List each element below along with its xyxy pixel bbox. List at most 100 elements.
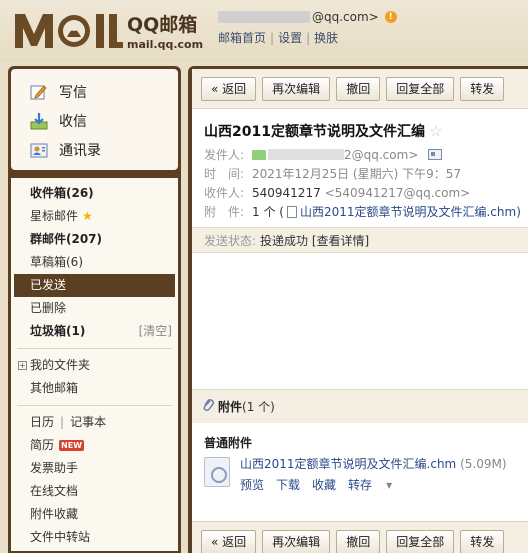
reply-all-button[interactable]: 回复全部 [386, 76, 455, 101]
reedit-button[interactable]: 再次编辑 [262, 529, 331, 553]
other-mailbox-label: 其他邮箱 [30, 381, 79, 395]
back-button[interactable]: « 返回 [201, 76, 257, 101]
chm-file-icon [204, 457, 230, 487]
attachment-file-name[interactable]: 山西2011定额章节说明及文件汇编.chm [240, 457, 456, 471]
contacts-label: 通讯录 [59, 142, 101, 159]
mail-view: « 返回 再次编辑 撤回 回复全部 转发 山西2011定额章节说明及文件汇编 ☆… [192, 69, 528, 553]
warning-icon[interactable]: ! [384, 11, 397, 23]
top-toolbar: « 返回 再次编辑 撤回 回复全部 转发 [192, 69, 528, 109]
calendar-link[interactable]: 日历 [30, 411, 54, 434]
attachment-count: 1 个 ( [252, 205, 284, 219]
reedit-button[interactable]: 再次编辑 [262, 76, 331, 101]
from-row: 发件人: 2@qq.com> [204, 145, 528, 164]
mail-meta: 发件人: 2@qq.com> 时 间: 2021年12月25日 (星期六) 下午… [204, 145, 528, 221]
app-file-transfer[interactable]: 文件中转站 [11, 526, 178, 549]
folder-starred-label: 星标邮件 [30, 209, 79, 223]
compose-button[interactable]: 写信 [11, 77, 178, 106]
sidebar: 写信 收信 通讯录 收件箱(26) 星标邮件 ★ 群邮件(207) 草稿箱(6) … [8, 66, 181, 553]
notes-link[interactable]: 记事本 [70, 411, 106, 434]
folder-drafts[interactable]: 草稿箱(6) [11, 251, 178, 274]
user-email: @qq.com> [312, 10, 379, 24]
recall-button[interactable]: 撤回 [336, 529, 381, 553]
download-link[interactable]: 下载 [276, 476, 300, 493]
app-invoice[interactable]: 发票助手 [11, 457, 178, 480]
folder-sent[interactable]: 已发送 [14, 274, 175, 297]
mail-logo-graphic [15, 14, 123, 48]
reply-all-button[interactable]: 回复全部 [386, 529, 455, 553]
user-account[interactable]: @qq.com> ! [218, 10, 397, 24]
back-button[interactable]: « 返回 [201, 529, 257, 553]
attachment-file-link[interactable]: 山西2011定额章节说明及文件汇编.chm) [300, 203, 521, 220]
star-icon: ★ [82, 209, 93, 223]
new-badge: NEW [59, 440, 84, 451]
attachments-header: 附件 (1 个) [192, 389, 528, 423]
folder-spam-label: 垃圾箱(1) [30, 324, 86, 338]
normal-attachments-heading: 普通附件 [204, 436, 253, 450]
to-name[interactable]: 540941217 [252, 186, 321, 200]
folder-drafts-label: 草稿箱(6) [30, 255, 83, 269]
contacts-button[interactable]: 通讯录 [11, 135, 178, 164]
folder-inbox[interactable]: 收件箱(26) [11, 182, 178, 205]
mailbox-home-link[interactable]: 邮箱首页 [218, 31, 266, 45]
file-transfer-label: 文件中转站 [30, 530, 91, 544]
header: QQ邮箱 mail.qq.com @qq.com> ! 邮箱首页 | 设置 | 换肤 [0, 0, 528, 62]
attachment-label: 附 件: [204, 205, 245, 219]
folder-spam[interactable]: 垃圾箱(1) [清空] [11, 320, 178, 343]
recall-button[interactable]: 撤回 [336, 76, 381, 101]
folder-starred[interactable]: 星标邮件 ★ [11, 205, 178, 228]
top-links: 邮箱首页 | 设置 | 换肤 [218, 29, 338, 46]
clear-spam-link[interactable]: [清空] [139, 320, 172, 343]
attachment-item: 山西2011定额章节说明及文件汇编.chm (5.09M) 预览 下载 收藏 转… [204, 455, 507, 493]
folder-group[interactable]: 群邮件(207) [11, 228, 178, 251]
save-to-link[interactable]: 转存 ▾ [348, 476, 404, 493]
app-online-docs[interactable]: 在线文档 [11, 480, 178, 503]
brand-name: QQ邮箱 [127, 14, 198, 36]
attachments-count: (1 个) [242, 400, 275, 414]
brand-url: mail.qq.com [127, 38, 204, 51]
change-skin-link[interactable]: 换肤 [314, 31, 338, 45]
forward-button[interactable]: 转发 [460, 76, 505, 101]
receive-label: 收信 [59, 113, 87, 130]
folder-deleted-label: 已删除 [30, 301, 67, 315]
compose-label: 写信 [59, 84, 87, 101]
time-row: 时 间: 2021年12月25日 (星期六) 下午9：57 [204, 164, 528, 183]
folder-my-folders[interactable]: + 我的文件夹 [11, 354, 178, 377]
folder-sent-label: 已发送 [30, 278, 67, 292]
forward-button[interactable]: 转发 [460, 529, 505, 553]
chevron-down-icon: ▾ [386, 478, 393, 492]
invoice-label: 发票助手 [30, 461, 79, 475]
app-greeting-card[interactable]: 贺卡 [11, 549, 178, 553]
receive-button[interactable]: 收信 [11, 106, 178, 135]
redacted-sender [268, 149, 344, 160]
expand-icon[interactable]: + [18, 361, 27, 370]
attachment-actions: 预览 下载 收藏 转存 ▾ [240, 476, 507, 493]
app-attachment-favorites[interactable]: 附件收藏 [11, 503, 178, 526]
time-value: 2021年12月25日 (星期六) 下午9：57 [252, 167, 461, 181]
from-value[interactable]: 2@qq.com> [344, 148, 418, 162]
preview-link[interactable]: 预览 [240, 476, 264, 493]
contact-card-icon[interactable] [428, 149, 443, 160]
divider [17, 405, 172, 406]
attachment-row: 附 件: 1 个 ( 山西2011定额章节说明及文件汇编.chm) [204, 202, 528, 221]
to-row: 收件人: 540941217 <540941217@qq.com> [204, 183, 528, 202]
bottom-toolbar: « 返回 再次编辑 撤回 回复全部 转发 [192, 521, 528, 553]
compose-icon [29, 82, 49, 102]
folder-deleted[interactable]: 已删除 [11, 297, 178, 320]
star-outline-icon[interactable]: ☆ [429, 122, 442, 140]
folder-group-label: 群邮件(207) [30, 232, 103, 246]
attachment-favorites-label: 附件收藏 [30, 507, 79, 521]
settings-link[interactable]: 设置 [278, 31, 302, 45]
separator: | [60, 415, 65, 429]
send-status-value[interactable]: 投递成功 [查看详情] [260, 232, 369, 249]
main-panel: « 返回 再次编辑 撤回 回复全部 转发 山西2011定额章节说明及文件汇编 ☆… [188, 66, 528, 553]
time-label: 时 间: [204, 167, 245, 181]
quick-actions: 写信 收信 通讯录 [11, 69, 178, 170]
save-to-label: 转存 [348, 478, 373, 492]
to-email: <540941217@qq.com> [324, 185, 471, 200]
folder-other-mailbox[interactable]: 其他邮箱 [11, 377, 178, 400]
app-resume[interactable]: 简历 NEW [11, 434, 178, 457]
mail-logo[interactable] [12, 6, 124, 52]
favorite-link[interactable]: 收藏 [312, 476, 336, 493]
from-label: 发件人: [204, 148, 245, 162]
inbox-download-icon [29, 111, 49, 131]
